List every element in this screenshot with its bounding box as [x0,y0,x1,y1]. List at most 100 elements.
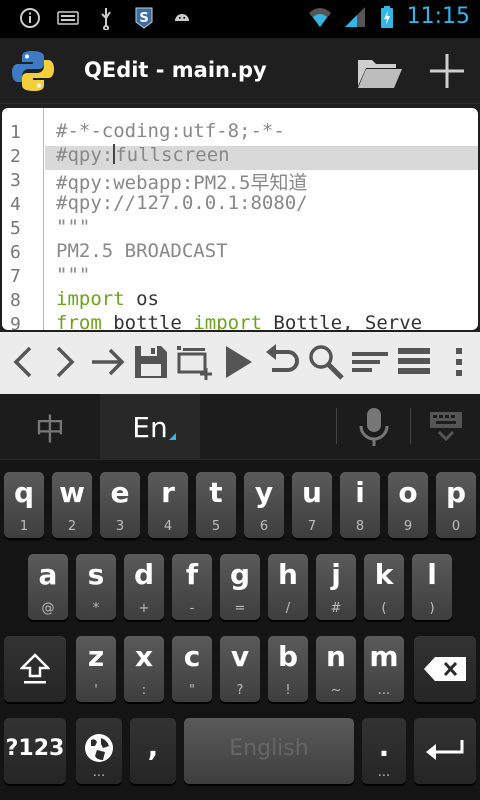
undo-icon[interactable] [262,342,302,382]
open-folder-icon[interactable] [356,56,404,90]
key-label: v [230,640,250,673]
key-o[interactable]: o9 [388,472,428,538]
save-icon[interactable] [131,342,171,382]
line-number: 7 [10,266,21,287]
list-icon[interactable] [394,342,434,382]
key-label: e [110,476,130,509]
key-p[interactable]: p0 [436,472,476,538]
key-label: English [229,736,309,761]
space-bar[interactable]: English [184,718,354,784]
key-x[interactable]: x: [124,636,164,702]
key-g[interactable]: g = [220,554,260,620]
comma-key[interactable]: , [130,718,176,784]
key-sublabel: - [189,601,195,616]
period-key[interactable]: .... [362,718,406,784]
search-icon[interactable] [306,342,346,382]
key-sublabel: 7 [307,519,317,534]
keyword-token: import [56,288,125,310]
lang-english-label: En [132,410,168,444]
key-v[interactable]: v? [220,636,260,702]
key-a[interactable]: a @ [28,554,68,620]
indent-icon[interactable] [350,342,390,382]
forward-icon[interactable] [44,342,84,382]
usb-icon [101,8,111,30]
goto-icon[interactable] [88,342,128,382]
key-c[interactable]: c " [172,636,212,702]
key-label: g [229,558,251,591]
key-label: ?123 [5,736,65,761]
line-number-gutter: 1 2 3 4 5 6 7 8 9 [2,108,44,330]
key-sublabel: / [285,601,291,616]
run-icon[interactable] [218,342,258,382]
shift-icon [20,653,50,684]
overflow-menu-icon[interactable] [440,342,480,382]
key-label: a [38,558,58,591]
divider [410,408,411,444]
enter-key[interactable] [414,718,476,784]
key-u[interactable]: u7 [292,472,332,538]
key-i[interactable]: i8 [340,472,380,538]
key-e[interactable]: e3 [100,472,140,538]
line-number: 1 [10,122,21,143]
code-editor[interactable]: 1 2 3 4 5 6 7 8 9 #-*-coding:utf-8;-*- #… [2,108,478,330]
key-d[interactable]: d + [124,554,164,620]
key-sublabel: : [141,683,147,698]
key-l[interactable]: l) [412,554,452,620]
key-label: n [326,640,346,673]
code-line: #-*-coding:utf-8;-*- [56,120,285,142]
key-sublabel: 2 [67,519,77,534]
language-switch-key[interactable]: ... [76,718,122,784]
key-r[interactable]: r4 [148,472,188,538]
keyboard-language-bar: 中 En [0,394,480,460]
lang-english-tab[interactable]: En [100,394,200,460]
back-icon[interactable] [4,342,44,382]
key-label: t [209,476,223,509]
lang-chinese-tab[interactable]: 中 [0,394,100,460]
key-label: y [254,476,274,509]
snippet-add-icon[interactable] [174,342,214,382]
key-h[interactable]: h / [268,554,308,620]
hide-keyboard-icon[interactable] [426,410,466,442]
key-m[interactable]: m... [364,636,404,702]
delete-key[interactable] [414,636,476,702]
globe-icon [85,734,113,762]
key-s[interactable]: s * [76,554,116,620]
code-token: os [136,288,159,310]
key-b[interactable]: b! [268,636,308,702]
keyboard-icon [57,11,79,25]
key-q[interactable]: q1 [4,472,44,538]
key-label: w [59,476,85,509]
python-logo-icon[interactable] [10,48,56,94]
line-number: 8 [10,290,21,311]
key-w[interactable]: w2 [52,472,92,538]
key-y[interactable]: y6 [244,472,284,538]
key-sublabel: 6 [259,519,269,534]
key-sublabel: # [330,601,342,616]
key-label: i [355,476,365,509]
line-number: 2 [10,146,21,167]
key-sublabel: ( [381,601,387,616]
key-label: c [183,640,201,673]
key-f[interactable]: f- [172,554,212,620]
key-sublabel: ) [429,601,435,616]
soft-keyboard: 中 En q1 w2 e3 r4 t5 y6 u7 i8 o9 p0 a @ s *… [0,394,480,800]
key-n[interactable]: n ~ [316,636,356,702]
key-j[interactable]: j # [316,554,356,620]
editor-container: 1 2 3 4 5 6 7 8 9 #-*-coding:utf-8;-*- #… [0,104,480,332]
shift-key[interactable] [4,636,66,702]
key-k[interactable]: k( [364,554,404,620]
key-t[interactable]: t5 [196,472,236,538]
microphone-icon[interactable] [356,406,392,448]
symbols-key[interactable]: ?123 [4,718,66,784]
key-sublabel: ! [285,683,291,698]
key-sublabel: 9 [403,519,413,534]
key-label: l [427,558,437,591]
android-icon [175,14,189,21]
code-line: import os [56,288,159,310]
key-z[interactable]: z ' [76,636,116,702]
key-label: x [134,640,154,673]
wifi-icon [308,7,331,27]
new-file-icon[interactable] [428,52,466,90]
keyword-token: from [56,312,102,330]
backspace-icon [424,657,466,681]
